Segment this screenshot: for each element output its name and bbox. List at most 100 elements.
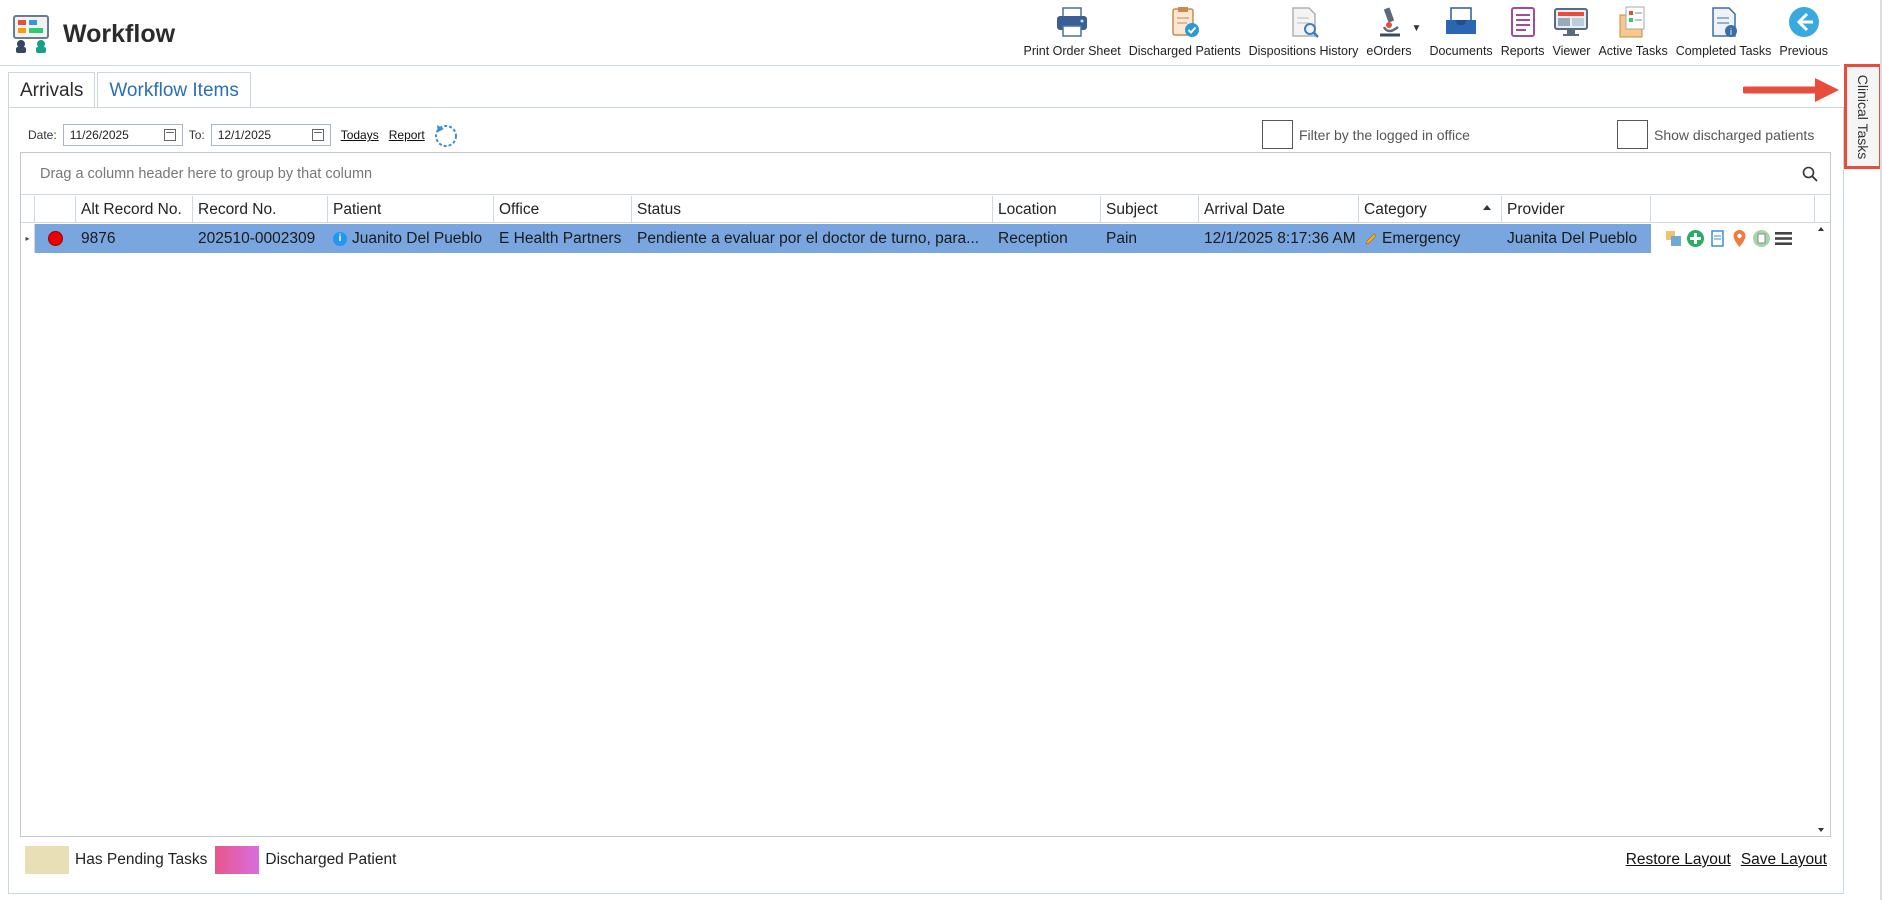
cell-subject: Pain — [1101, 224, 1199, 253]
header-actions — [1651, 196, 1815, 223]
todays-link[interactable]: Todays — [341, 128, 379, 142]
patient-name: Juanito Del Pueblo — [352, 229, 483, 247]
app-title: Workflow — [63, 20, 176, 48]
reports-button[interactable]: Reports — [1497, 4, 1549, 62]
pending-tasks-label: Has Pending Tasks — [75, 851, 208, 868]
documents-button[interactable]: Documents — [1425, 4, 1496, 62]
back-arrow-icon — [1786, 4, 1822, 40]
clinical-tasks-side-tab[interactable]: Clinical Tasks — [1844, 64, 1882, 169]
completed-tasks-button[interactable]: i Completed Tasks — [1672, 4, 1776, 62]
toolbar: Print Order Sheet Discharged Patients Di… — [1019, 4, 1832, 62]
header-status[interactable]: Status — [632, 196, 993, 223]
header-patient[interactable]: Patient — [328, 196, 494, 223]
tab-workflow-items[interactable]: Workflow Items — [97, 72, 251, 108]
dispositions-history-icon — [1286, 4, 1322, 40]
patient-info-icon[interactable]: i — [333, 231, 347, 246]
vertical-scrollbar[interactable] — [1813, 223, 1830, 836]
search-icon[interactable] — [1802, 166, 1818, 182]
cell-record-no: 202510-0002309 — [193, 224, 328, 253]
cell-provider: Juanita Del Pueblo — [1502, 224, 1651, 253]
to-label: To: — [188, 128, 205, 142]
header-office[interactable]: Office — [494, 196, 632, 223]
workflow-app: Workflow Print Order Sheet Discharged Pa… — [0, 0, 1882, 900]
filter-office-option: Filter by the logged in office — [1262, 120, 1470, 149]
date-to-value: 12/1/2025 — [217, 128, 272, 142]
scroll-up-icon[interactable] — [1818, 227, 1824, 231]
restore-layout-link[interactable]: Restore Layout — [1626, 851, 1731, 869]
date-from-value: 11/26/2025 — [69, 128, 129, 142]
filter-office-checkbox[interactable] — [1262, 120, 1293, 149]
calendar-icon[interactable] — [311, 129, 324, 141]
sort-ascending-icon — [1483, 205, 1491, 210]
show-discharged-checkbox[interactable] — [1617, 120, 1648, 149]
pencil-icon — [1365, 232, 1377, 245]
notes-icon[interactable] — [1752, 229, 1771, 248]
date-from-field[interactable]: 11/26/2025 — [62, 124, 183, 146]
microscope-icon — [1371, 4, 1407, 40]
dispositions-history-button[interactable]: Dispositions History — [1245, 4, 1363, 62]
document-icon[interactable] — [1708, 229, 1727, 248]
copy-icon[interactable] — [1664, 229, 1683, 248]
cell-alt-record-no: 9876 — [76, 224, 193, 253]
print-order-sheet-button[interactable]: Print Order Sheet — [1019, 4, 1124, 62]
header-record-no[interactable]: Record No. — [193, 196, 328, 223]
group-panel-text: Drag a column header here to group by th… — [40, 165, 373, 182]
table-row[interactable]: ▸ 9876 202510-0002309 i Juanito Del Pueb… — [21, 224, 1813, 253]
header-subject[interactable]: Subject — [1101, 196, 1199, 223]
filter-office-label: Filter by the logged in office — [1299, 126, 1470, 143]
row-expand-indicator-icon[interactable]: ▸ — [21, 224, 35, 253]
cell-office: E Health Partners — [494, 224, 632, 253]
refresh-icon[interactable] — [433, 122, 459, 148]
printer-icon — [1054, 4, 1090, 40]
header-bar: Workflow Print Order Sheet Discharged Pa… — [0, 0, 1840, 66]
arrivals-grid: Drag a column header here to group by th… — [20, 152, 1831, 837]
active-tasks-button[interactable]: Active Tasks — [1594, 4, 1671, 62]
discharged-patients-button[interactable]: Discharged Patients — [1125, 4, 1245, 62]
main-tabs: Arrivals Workflow Items — [8, 72, 251, 108]
header-category-label: Category — [1364, 200, 1427, 218]
reports-icon — [1505, 4, 1541, 40]
show-discharged-label: Show discharged patients — [1654, 126, 1815, 143]
red-status-dot-icon — [48, 231, 63, 246]
location-pin-icon[interactable] — [1730, 229, 1749, 248]
cell-status-flag — [35, 224, 76, 253]
documents-tray-icon — [1443, 4, 1479, 40]
completed-tasks-icon: i — [1706, 4, 1742, 40]
cell-category: Emergency — [1359, 224, 1502, 253]
header-provider[interactable]: Provider — [1502, 196, 1651, 223]
cell-arrival-date: 12/1/2025 8:17:36 AM — [1199, 224, 1359, 253]
cell-status: Pendiente a evaluar por el doctor de tur… — [632, 224, 993, 253]
header-status-flag[interactable] — [35, 196, 76, 223]
red-arrow-annotation-icon — [1743, 78, 1839, 102]
header-indicator — [21, 196, 35, 223]
workflow-logo-icon — [13, 15, 49, 53]
report-link[interactable]: Report — [389, 128, 425, 142]
header-alt-record-no[interactable]: Alt Record No. — [76, 196, 193, 223]
date-to-field[interactable]: 12/1/2025 — [210, 124, 331, 146]
viewer-button[interactable]: Viewer — [1548, 4, 1594, 62]
menu-icon[interactable] — [1774, 229, 1793, 248]
add-icon[interactable] — [1686, 229, 1705, 248]
cell-location: Reception — [993, 224, 1101, 253]
pending-tasks-swatch — [25, 846, 69, 874]
calendar-icon[interactable] — [163, 129, 176, 141]
eorders-button[interactable]: eOrders — [1362, 4, 1415, 62]
group-by-panel[interactable]: Drag a column header here to group by th… — [21, 153, 1830, 195]
previous-button[interactable]: Previous — [1775, 4, 1832, 62]
header-category[interactable]: Category — [1359, 196, 1502, 223]
category-value: Emergency — [1382, 229, 1461, 247]
discharged-patients-icon — [1167, 4, 1203, 40]
active-tasks-icon — [1615, 4, 1651, 40]
header-arrival-date[interactable]: Arrival Date — [1199, 196, 1359, 223]
show-discharged-option: Show discharged patients — [1617, 120, 1814, 149]
scroll-down-icon[interactable] — [1818, 828, 1824, 832]
save-layout-link[interactable]: Save Layout — [1741, 851, 1827, 869]
row-action-icons — [1664, 224, 1793, 253]
viewer-monitor-icon — [1553, 4, 1589, 40]
tab-arrivals[interactable]: Arrivals — [8, 72, 96, 108]
color-legend: Has Pending Tasks Discharged Patient — [25, 846, 396, 874]
cell-patient: i Juanito Del Pueblo — [328, 224, 494, 253]
eorders-dropdown-caret-icon[interactable]: ▼ — [1412, 23, 1422, 34]
header-location[interactable]: Location — [993, 196, 1101, 223]
layout-links: Restore Layout Save Layout — [1626, 851, 1827, 869]
